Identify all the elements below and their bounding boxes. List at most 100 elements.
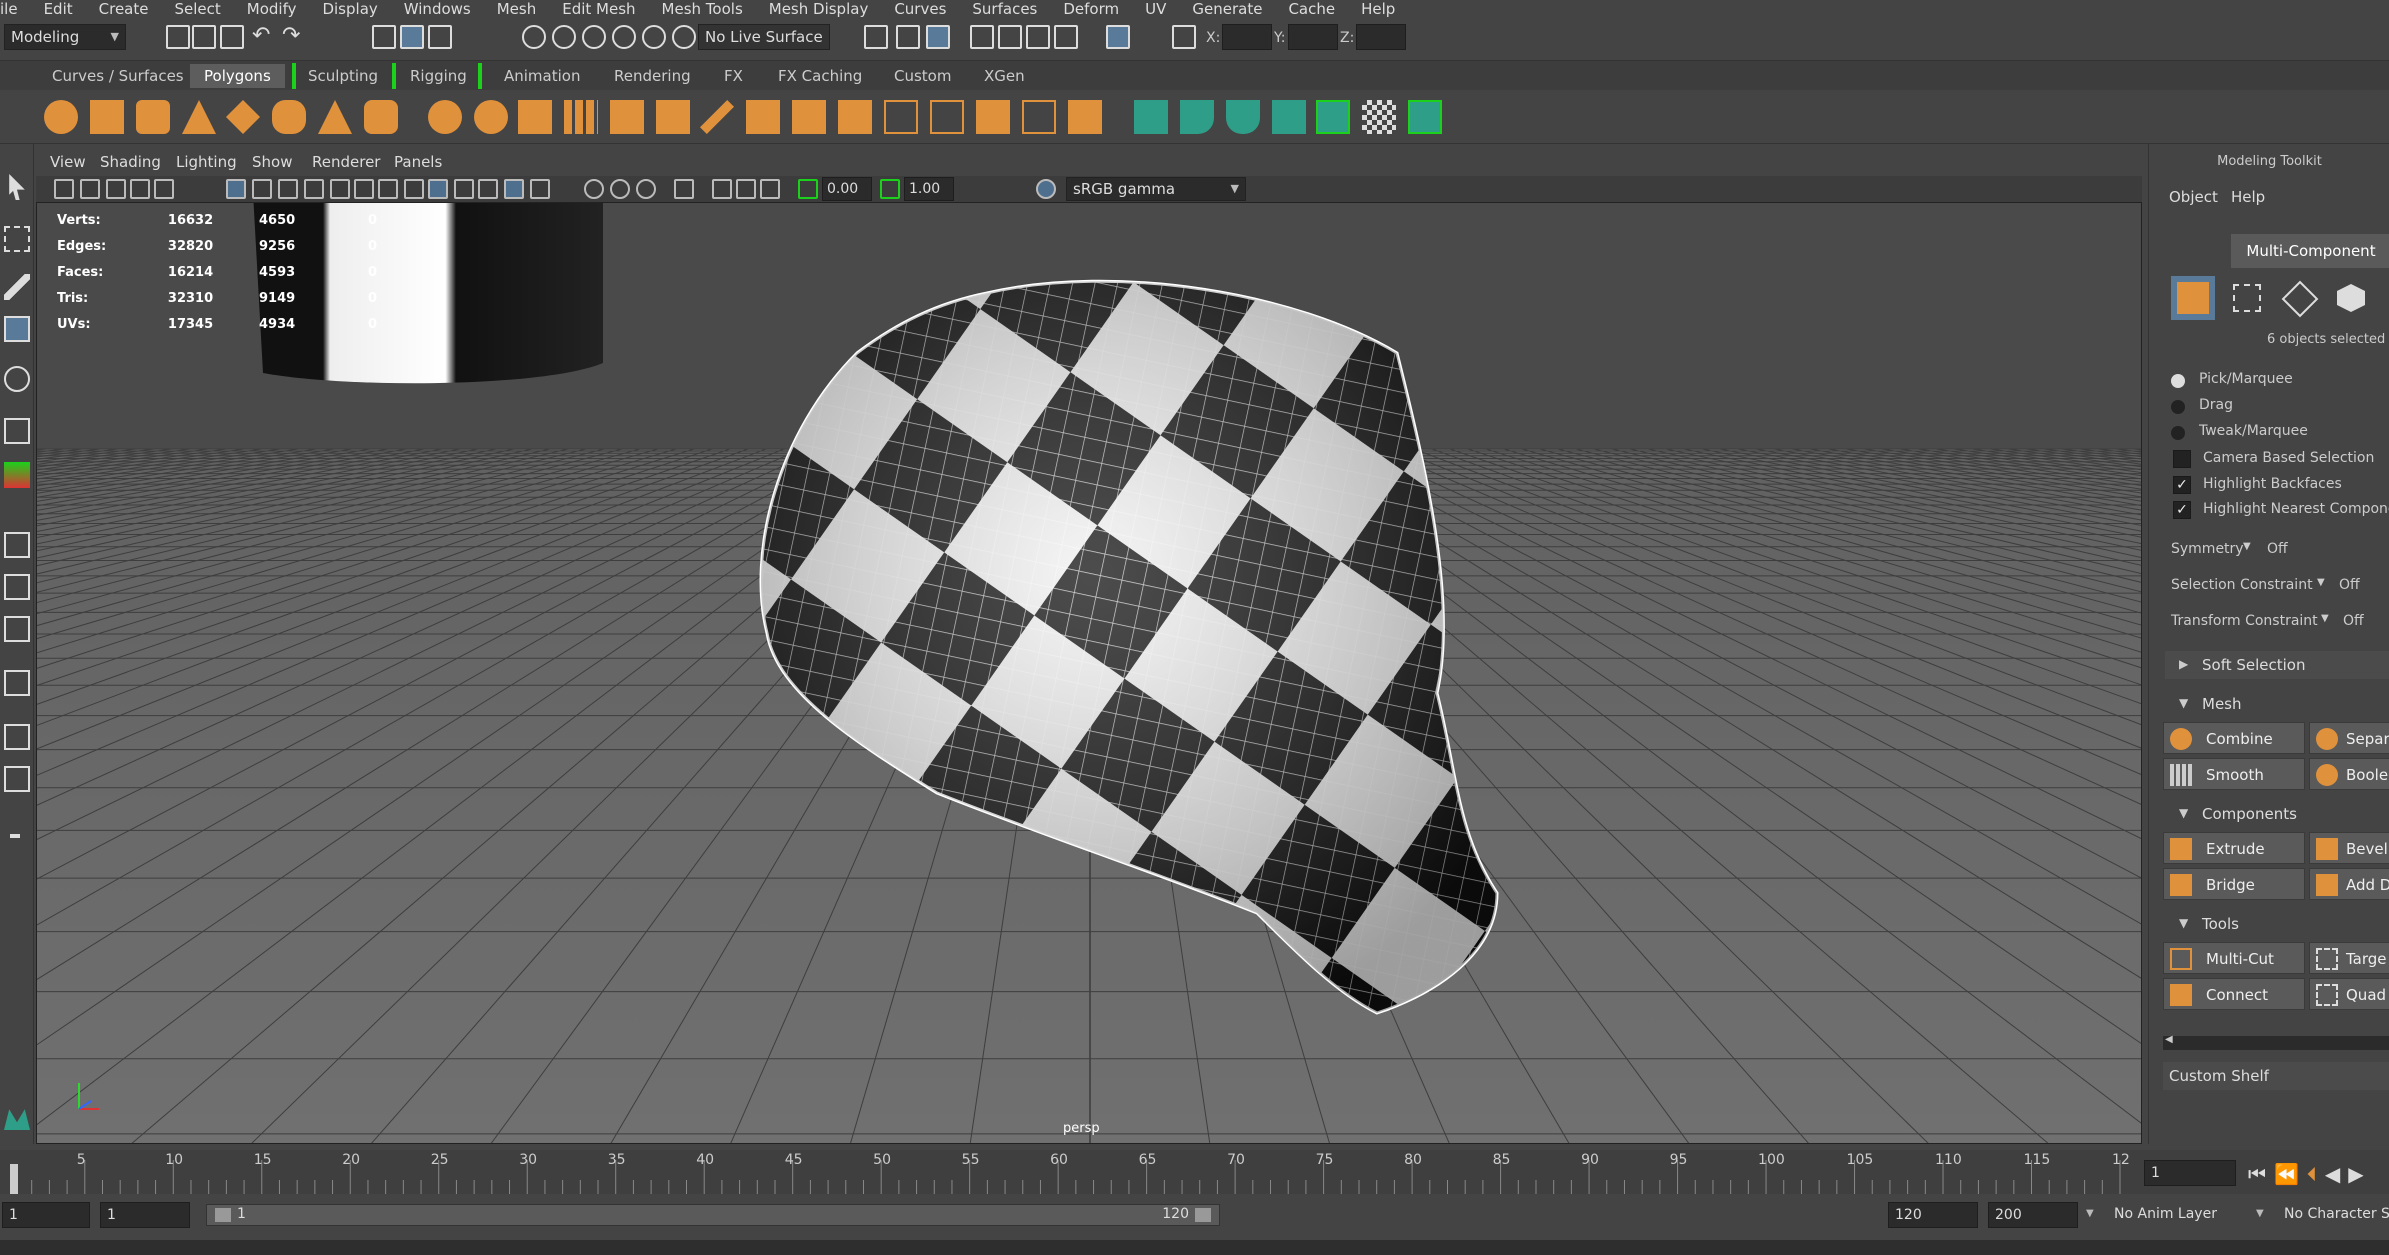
- universal-manipulator-icon[interactable]: [4, 462, 30, 488]
- cylindrical-uv-icon[interactable]: [1180, 100, 1214, 134]
- safe-title-icon[interactable]: [378, 179, 398, 199]
- save-scene-icon[interactable]: [220, 25, 244, 49]
- single-perspective-layout-icon[interactable]: [4, 532, 30, 558]
- vertex-mode-button[interactable]: [2225, 276, 2269, 320]
- shelf-tab-polygons[interactable]: Polygons: [190, 64, 285, 88]
- toolkit-scrollbar[interactable]: ◀: [2163, 1034, 2389, 1050]
- multi-cut-shelf-icon[interactable]: [700, 100, 734, 134]
- menu-deform[interactable]: Deform: [1063, 1, 1119, 17]
- snap-pivot-icon[interactable]: [672, 25, 696, 49]
- combine-shelf-icon[interactable]: [428, 100, 462, 134]
- scale-tool-icon[interactable]: [4, 418, 30, 444]
- highlight-backfaces-checkbox[interactable]: ✓: [2173, 476, 2191, 494]
- move-tool-icon[interactable]: [4, 316, 30, 342]
- transform-constraint-dropdown-icon[interactable]: ▼: [2321, 613, 2329, 624]
- toolkit-menu-help[interactable]: Help: [2231, 188, 2265, 206]
- face-mode-button[interactable]: [2329, 276, 2373, 320]
- menu-display[interactable]: Display: [322, 1, 377, 17]
- menu-mesh[interactable]: Mesh: [497, 1, 537, 17]
- open-scene-icon[interactable]: [192, 25, 216, 49]
- snap-point-icon[interactable]: [582, 25, 606, 49]
- image-plane-icon[interactable]: [130, 179, 150, 199]
- automatic-uv-icon[interactable]: [1272, 100, 1306, 134]
- menu-select[interactable]: Select: [174, 1, 220, 17]
- exposure-icon[interactable]: [798, 179, 818, 199]
- poly-cylinder-icon[interactable]: [136, 100, 170, 134]
- wireframe-on-shaded-icon[interactable]: [454, 179, 474, 199]
- transform-constraint-value[interactable]: Off: [2343, 613, 2364, 629]
- anti-aliasing-icon[interactable]: [636, 179, 656, 199]
- safe-action-icon[interactable]: [354, 179, 374, 199]
- planar-uv-icon[interactable]: [1134, 100, 1168, 134]
- poly-torus-icon[interactable]: [272, 100, 306, 134]
- menu-edit-mesh[interactable]: Edit Mesh: [562, 1, 635, 17]
- symmetry-value[interactable]: Off: [2267, 541, 2288, 557]
- menu-edit[interactable]: Edit: [44, 1, 73, 17]
- menu-modify[interactable]: Modify: [247, 1, 297, 17]
- range-end-handle[interactable]: [1195, 1208, 1211, 1222]
- quad-draw-shelf-icon[interactable]: [1068, 100, 1102, 134]
- 2d-pan-zoom-icon[interactable]: [154, 179, 174, 199]
- quad-draw-button[interactable]: Quad: [2309, 978, 2389, 1010]
- spherical-uv-icon[interactable]: [1226, 100, 1260, 134]
- snap-live-icon[interactable]: [642, 25, 666, 49]
- current-time-indicator[interactable]: [10, 1164, 18, 1194]
- xray-icon[interactable]: [712, 179, 732, 199]
- select-camera-icon[interactable]: [54, 179, 74, 199]
- selection-constraint-value[interactable]: Off: [2339, 577, 2360, 593]
- poly-pipe-icon[interactable]: [364, 100, 398, 134]
- xray-active-components-icon[interactable]: [736, 179, 756, 199]
- field-chart-icon[interactable]: [330, 179, 350, 199]
- scroll-left-icon[interactable]: ◀: [2165, 1034, 2173, 1045]
- highlight-nearest-checkbox[interactable]: ✓: [2173, 501, 2191, 519]
- menu-file[interactable]: ile: [0, 1, 18, 17]
- menu-mesh-tools[interactable]: Mesh Tools: [662, 1, 743, 17]
- select-hierarchy-icon[interactable]: [372, 25, 396, 49]
- menu-uv[interactable]: UV: [1145, 1, 1166, 17]
- shelf-tab-custom[interactable]: Custom: [880, 64, 965, 88]
- textured-icon[interactable]: [478, 179, 498, 199]
- smooth-shelf-icon[interactable]: [564, 100, 598, 134]
- extract-icon[interactable]: [518, 100, 552, 134]
- persp-outliner-layout-icon[interactable]: [4, 616, 30, 642]
- bridge-shelf-icon[interactable]: [792, 100, 826, 134]
- menu-windows[interactable]: Windows: [404, 1, 471, 17]
- step-back-key-icon[interactable]: ⏴: [2307, 1162, 2325, 1186]
- menu-surfaces[interactable]: Surfaces: [972, 1, 1037, 17]
- playback-start-field[interactable]: 1: [100, 1202, 190, 1228]
- ambient-occlusion-icon[interactable]: [584, 179, 604, 199]
- uv-layout-icon[interactable]: [1408, 100, 1442, 134]
- camera-attributes-icon[interactable]: [80, 179, 100, 199]
- menu-mesh-display[interactable]: Mesh Display: [769, 1, 869, 17]
- tweak-marquee-radio[interactable]: [2171, 426, 2185, 440]
- multi-cut-button[interactable]: Multi-Cut: [2163, 942, 2305, 974]
- collapse-toolbox-icon[interactable]: [10, 834, 20, 838]
- extrude-button[interactable]: Extrude: [2163, 832, 2305, 864]
- bridge-button[interactable]: Bridge: [2163, 868, 2305, 900]
- hypershade-icon[interactable]: [1106, 25, 1130, 49]
- select-component-icon[interactable]: [428, 25, 452, 49]
- menu-curves[interactable]: Curves: [894, 1, 946, 17]
- transform-mode-icon[interactable]: [1172, 25, 1196, 49]
- boolean-button[interactable]: Boole: [2309, 758, 2389, 790]
- motion-blur-icon[interactable]: [610, 179, 630, 199]
- separate-button[interactable]: Separ: [2309, 722, 2389, 754]
- undo-icon[interactable]: ↶: [252, 25, 276, 49]
- anim-layer-chevron-icon[interactable]: ▼: [2086, 1208, 2094, 1219]
- snap-grid-icon[interactable]: [522, 25, 546, 49]
- y-field[interactable]: [1288, 24, 1338, 50]
- character-set-chevron-icon[interactable]: ▼: [2256, 1208, 2264, 1219]
- edge-mode-button[interactable]: [2277, 276, 2321, 320]
- character-set-label[interactable]: No Character Se: [2284, 1206, 2389, 1222]
- time-slider[interactable]: 5 10 15 20 25 30 35 40 45 50 55 60 65 70 75 80 85 90 95 100…: [0, 1150, 2389, 1194]
- play-forward-icon[interactable]: ▶: [2348, 1162, 2371, 1186]
- redo-icon[interactable]: ↷: [282, 25, 306, 49]
- connect-button[interactable]: Connect: [2163, 978, 2305, 1010]
- lasso-tool-icon[interactable]: [4, 226, 30, 252]
- command-line[interactable]: [0, 1240, 2389, 1255]
- selection-constraint-dropdown-icon[interactable]: ▼: [2317, 577, 2325, 588]
- offset-edge-loop-icon[interactable]: [930, 100, 964, 134]
- poly-cube-icon[interactable]: [90, 100, 124, 134]
- new-scene-icon[interactable]: [166, 25, 190, 49]
- menu-help[interactable]: Help: [1361, 1, 1395, 17]
